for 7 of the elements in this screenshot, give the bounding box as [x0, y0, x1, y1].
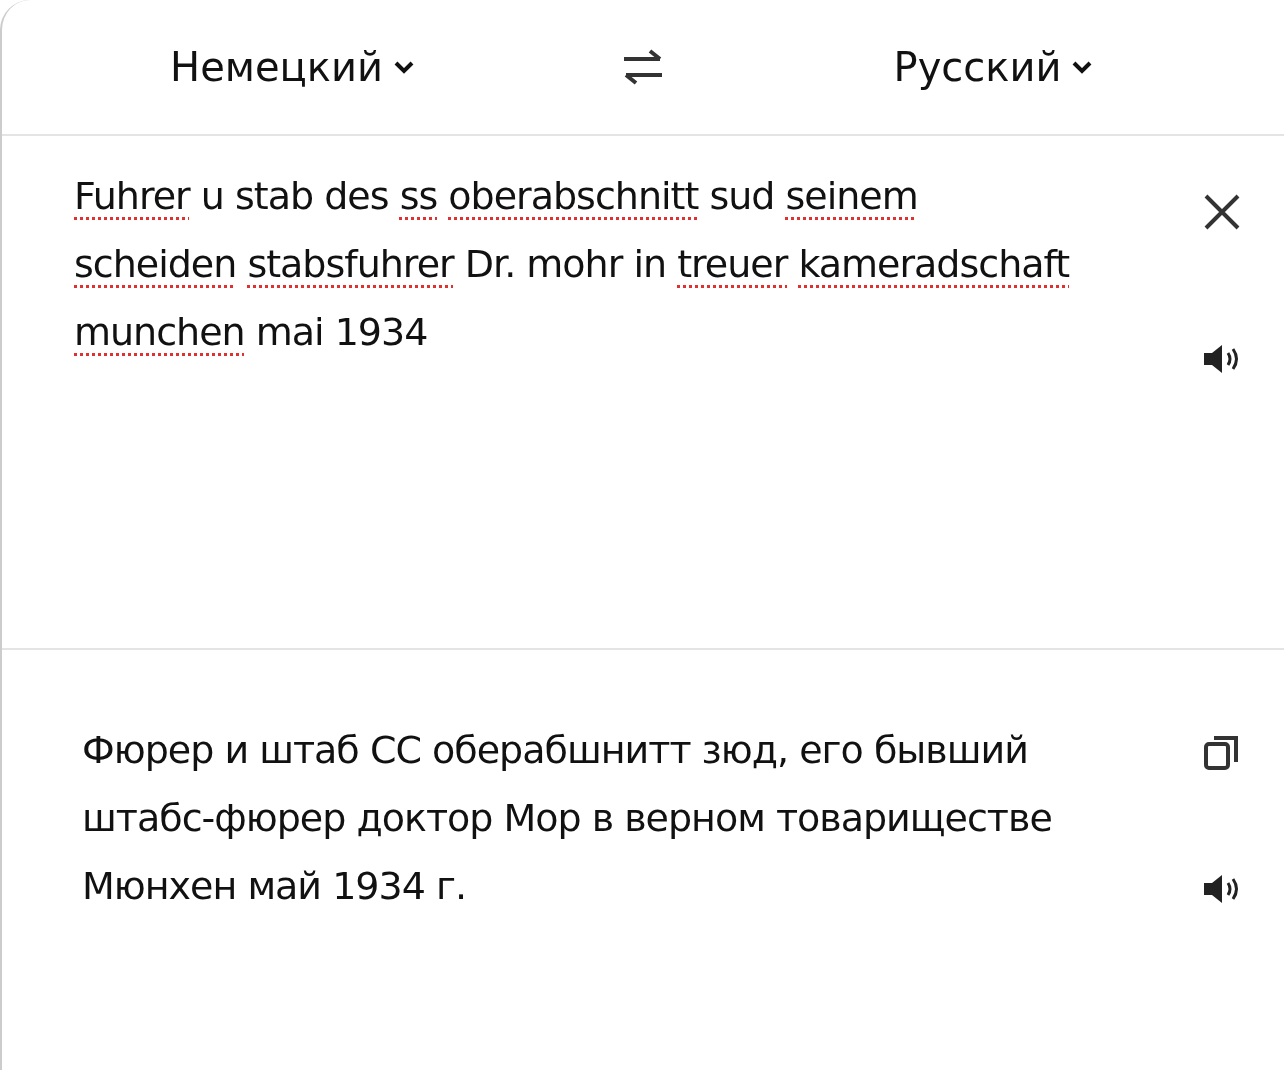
source-language-selector[interactable]: Немецкий: [170, 44, 415, 90]
close-icon[interactable]: [1202, 192, 1242, 232]
chevron-icon: [1071, 59, 1094, 75]
translation-text: Фюрер и штаб СС оберабшнитт зюд, его бывший штабс-фюрер доктор Мор в верном товариществе Мюнхен май 1934 г.: [81, 727, 1053, 910]
chevron-icon: [392, 59, 415, 75]
target-language-selector[interactable]: Русский: [893, 44, 1094, 90]
source-text[interactable]: Fuhrer u stab des ss oberabschnitt sud seinem scheiden stabsfuhrer Dr. mohr in treuer kameradschaft munchen mai 1934: [74, 162, 1074, 648]
